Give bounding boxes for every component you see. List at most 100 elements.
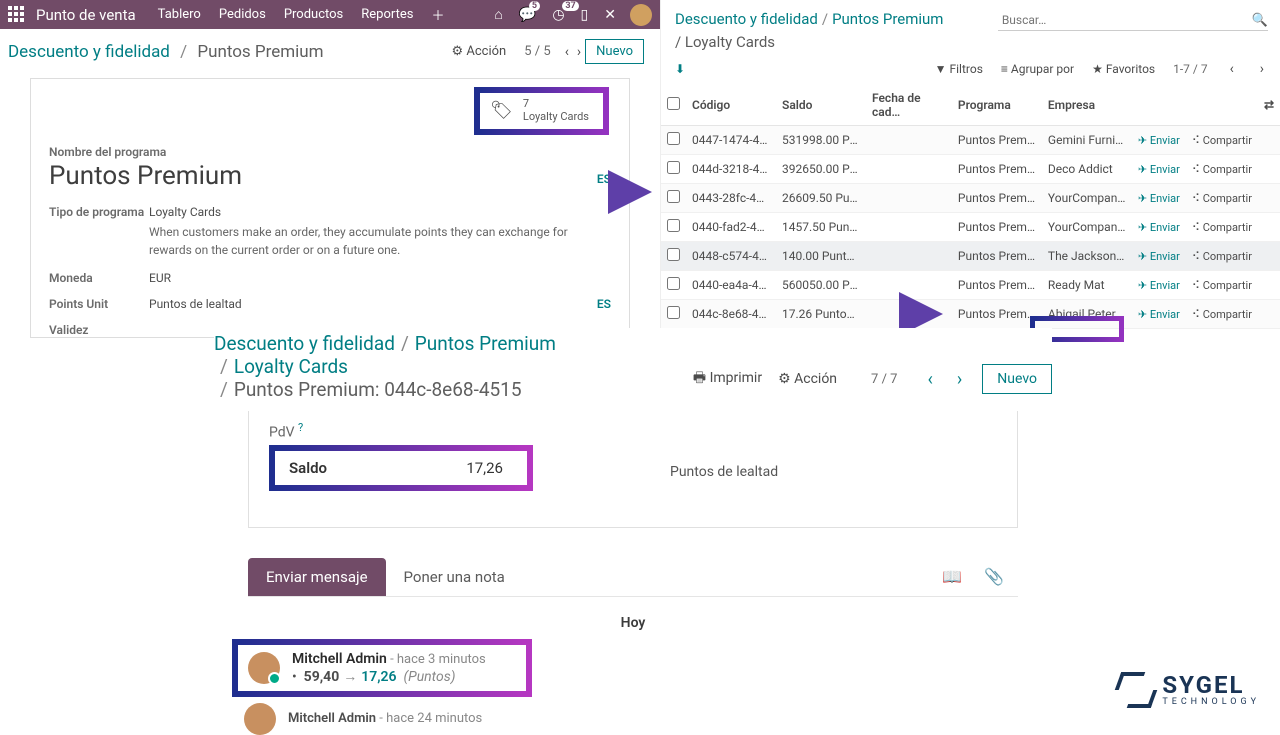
adjust-cols-icon[interactable]: ⇄ xyxy=(1258,85,1280,126)
send-button[interactable]: ✈ Enviar xyxy=(1132,300,1186,329)
cell-empresa: Gemini Furniture xyxy=(1042,126,1132,155)
page-prev-icon[interactable]: ‹ xyxy=(565,44,569,60)
cell-empresa: Abigail Peterson xyxy=(1042,300,1132,329)
col-empresa[interactable]: Empresa xyxy=(1042,85,1132,126)
share-button[interactable]: ⠪ Compartir xyxy=(1186,271,1258,300)
table-row[interactable]: 0448-c574-439c140.00 Puntos de…Puntos Pr… xyxy=(661,242,1280,271)
col-saldo[interactable]: Saldo xyxy=(776,85,866,126)
row-checkbox[interactable] xyxy=(667,306,680,319)
new-button[interactable]: Nuevo xyxy=(585,39,644,64)
cell-fecha xyxy=(866,155,952,184)
main-navbar: Punto de venta Tablero Pedidos Productos… xyxy=(0,0,660,29)
cell-fecha xyxy=(866,126,952,155)
share-button[interactable]: ⠪ Compartir xyxy=(1186,300,1258,329)
cell-programa: Puntos Premi… xyxy=(952,184,1042,213)
row-checkbox[interactable] xyxy=(667,190,680,203)
arrow-icon xyxy=(608,170,652,214)
send-button[interactable]: ✈ Enviar xyxy=(1132,155,1186,184)
col-fecha[interactable]: Fecha de cad… xyxy=(866,85,952,126)
select-all-checkbox[interactable] xyxy=(667,97,680,110)
row-checkbox[interactable] xyxy=(667,248,680,261)
cell-saldo: 26609.50 Puntos … xyxy=(776,184,866,213)
loyalty-cards-stat[interactable]: 🏷 7Loyalty Cards xyxy=(474,87,609,135)
cell-saldo: 1457.50 Puntos d… xyxy=(776,213,866,242)
table-row[interactable]: 0443-28fc-42e226609.50 Puntos …Puntos Pr… xyxy=(661,184,1280,213)
paperclip-icon[interactable]: 📎 xyxy=(984,567,1004,586)
send-button[interactable]: ✈ Enviar xyxy=(1132,242,1186,271)
label-program-name: Nombre del programa xyxy=(49,145,611,159)
print-button[interactable]: 🖶 Imprimir xyxy=(693,367,762,391)
wifi-icon[interactable]: ⌂ xyxy=(494,6,502,23)
log-entry: Mitchell Admin - hace 24 minutos xyxy=(244,703,1052,735)
tab-log-note[interactable]: Poner una nota xyxy=(386,558,523,596)
download-icon[interactable]: ⬇ xyxy=(675,62,685,76)
avatar[interactable] xyxy=(244,703,276,735)
send-button[interactable]: ✈ Enviar xyxy=(1132,184,1186,213)
cell-saldo: 531998.00 Punto… xyxy=(776,126,866,155)
apps-icon[interactable] xyxy=(8,6,26,24)
cell-programa: Puntos Premi… xyxy=(952,126,1042,155)
nav-plus-icon[interactable]: ＋ xyxy=(431,5,444,24)
sygel-icon xyxy=(1118,672,1154,708)
favorites-button[interactable]: ★ Favoritos xyxy=(1092,62,1155,76)
cell-programa: Puntos Premi… xyxy=(952,155,1042,184)
share-button[interactable]: ⠪ Compartir xyxy=(1186,242,1258,271)
tools-icon[interactable]: ✕ xyxy=(604,7,616,23)
table-row[interactable]: 0440-ea4a-41e5560050.00 Punto…Puntos Pre… xyxy=(661,271,1280,300)
saldo-field: Saldo 17,26 xyxy=(269,445,533,491)
share-button[interactable]: ⠪ Compartir xyxy=(1186,155,1258,184)
nav-productos[interactable]: Productos xyxy=(284,7,343,22)
row-checkbox[interactable] xyxy=(667,132,680,145)
tab-send-message[interactable]: Enviar mensaje xyxy=(248,558,386,596)
detail-next-icon[interactable]: › xyxy=(957,369,962,390)
list-prev-icon[interactable]: ‹ xyxy=(1230,61,1234,77)
lang-badge-2[interactable]: ES xyxy=(597,297,611,311)
send-button[interactable]: ✈ Enviar xyxy=(1132,271,1186,300)
table-row[interactable]: 0447-1474-4f30531998.00 Punto…Puntos Pre… xyxy=(661,126,1280,155)
col-programa[interactable]: Programa xyxy=(952,85,1042,126)
table-row[interactable]: 0440-fad2-4aba1457.50 Puntos d…Puntos Pr… xyxy=(661,213,1280,242)
list-pager: 1-7 / 7 xyxy=(1173,62,1207,76)
label-currency: Moneda xyxy=(49,271,149,285)
tag-icon: 🏷 xyxy=(490,100,513,121)
nav-reportes[interactable]: Reportes xyxy=(361,7,413,22)
bookmark-icon[interactable]: ▯ xyxy=(581,7,589,23)
new-button-detail[interactable]: Nuevo xyxy=(982,364,1052,394)
col-codigo[interactable]: Código xyxy=(686,85,776,126)
share-button[interactable]: ⠪ Compartir xyxy=(1186,213,1258,242)
points-unit-label: Puntos de lealtad xyxy=(670,464,778,480)
cell-codigo: 0448-c574-439c xyxy=(686,242,776,271)
detail-pager: 7 / 7 xyxy=(871,372,897,387)
search-input[interactable] xyxy=(998,10,1268,31)
avatar[interactable] xyxy=(248,652,280,684)
action-menu-detail[interactable]: ⚙ Acción xyxy=(778,371,837,387)
row-checkbox[interactable] xyxy=(667,219,680,232)
detail-prev-icon[interactable]: ‹ xyxy=(927,369,932,390)
groupby-button[interactable]: ≡ Agrupar por xyxy=(1001,62,1074,76)
row-checkbox[interactable] xyxy=(667,161,680,174)
table-row[interactable]: 044c-8e68-451517.26 Puntos de l…Puntos P… xyxy=(661,300,1280,329)
cell-programa: Puntos Premi… xyxy=(952,213,1042,242)
send-button[interactable]: ✈ Enviar xyxy=(1132,213,1186,242)
action-menu[interactable]: ⚙ Acción xyxy=(452,44,507,59)
value-type: Loyalty Cards xyxy=(149,205,611,219)
filters-button[interactable]: ▼ Filtros xyxy=(935,62,983,76)
nav-tablero[interactable]: Tablero xyxy=(158,7,201,22)
book-icon[interactable]: 📖 xyxy=(942,567,962,586)
table-row[interactable]: 044d-3218-4060392650.00 Punto…Puntos Pre… xyxy=(661,155,1280,184)
type-description: When customers make an order, they accum… xyxy=(149,223,609,259)
send-button[interactable]: ✈ Enviar xyxy=(1132,126,1186,155)
pager: 5 / 5 xyxy=(524,44,550,59)
share-button[interactable]: ⠪ Compartir xyxy=(1186,126,1258,155)
share-button[interactable]: ⠪ Compartir xyxy=(1186,184,1258,213)
log-entry: Mitchell Admin - hace 3 minutos • 59,40→… xyxy=(232,639,532,697)
bc-discount[interactable]: Descuento y fidelidad xyxy=(8,42,170,62)
messages-icon[interactable]: 💬5 xyxy=(519,7,536,23)
search-icon[interactable]: 🔍 xyxy=(1252,13,1268,28)
row-checkbox[interactable] xyxy=(667,277,680,290)
user-avatar[interactable] xyxy=(630,4,652,26)
list-next-icon[interactable]: › xyxy=(1260,61,1264,77)
activity-icon[interactable]: ◷37 xyxy=(552,7,564,23)
nav-pedidos[interactable]: Pedidos xyxy=(219,7,266,22)
page-next-icon[interactable]: › xyxy=(577,44,581,60)
